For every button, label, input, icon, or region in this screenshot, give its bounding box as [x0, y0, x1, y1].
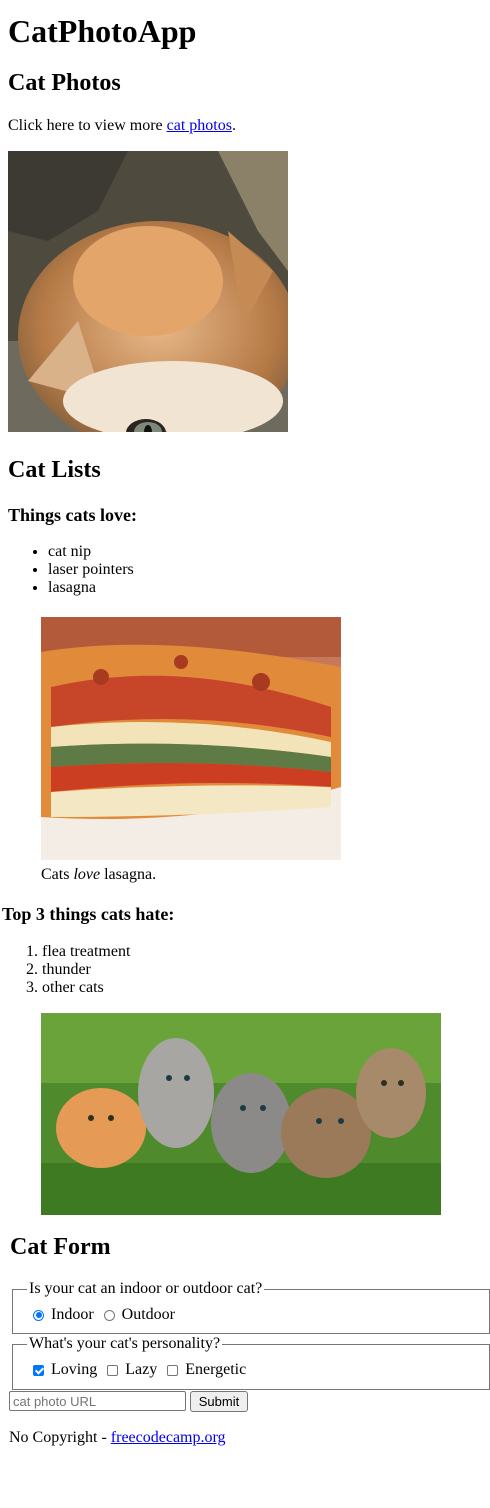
page-title: CatPhotoApp — [8, 13, 197, 49]
kittens-image — [41, 1013, 441, 1215]
cat-lists-heading: Cat Lists — [8, 457, 101, 483]
indoor-radio[interactable] — [33, 1309, 44, 1321]
loving-checkbox[interactable] — [33, 1364, 44, 1376]
submit-button[interactable]: Submit — [190, 1391, 248, 1412]
freecodecamp-link[interactable]: freecodecamp.org — [111, 1429, 226, 1446]
footer-text: No Copyright - freecodecamp.org — [9, 1429, 226, 1446]
cats-love-list: cat nip laser pointers lasagna — [8, 543, 134, 597]
lasagna-image — [41, 617, 341, 860]
indoor-outdoor-legend: Is your cat an indoor or outdoor cat? — [27, 1280, 265, 1298]
list-item: laser pointers — [48, 561, 134, 579]
loving-label[interactable]: Loving — [51, 1361, 97, 1379]
cat-photos-link[interactable]: cat photos — [167, 117, 232, 134]
energetic-checkbox[interactable] — [167, 1364, 179, 1376]
cat-photos-heading: Cat Photos — [8, 70, 121, 96]
personality-fieldset: What's your cat's personality? Loving La… — [12, 1335, 490, 1390]
things-cats-love-heading: Things cats love: — [8, 505, 138, 525]
list-item: lasagna — [48, 579, 134, 597]
cat-form-heading: Cat Form — [10, 1234, 111, 1260]
list-item: flea treatment — [42, 943, 130, 961]
things-cats-hate-heading: Top 3 things cats hate: — [2, 904, 175, 924]
lazy-checkbox[interactable] — [107, 1364, 119, 1376]
lazy-label[interactable]: Lazy — [125, 1361, 157, 1379]
photos-intro-text: Click here to view more cat photos. — [8, 117, 236, 134]
list-item: cat nip — [48, 543, 134, 561]
cat-photo-url-input[interactable] — [9, 1391, 186, 1411]
list-item: thunder — [42, 961, 130, 979]
personality-legend: What's your cat's personality? — [27, 1335, 223, 1353]
outdoor-radio[interactable] — [103, 1309, 115, 1321]
indoor-label[interactable]: Indoor — [51, 1306, 94, 1324]
lasagna-caption: Cats love lasagna. — [41, 866, 157, 883]
outdoor-label[interactable]: Outdoor — [122, 1306, 175, 1324]
energetic-label[interactable]: Energetic — [185, 1361, 246, 1379]
indoor-outdoor-fieldset: Is your cat an indoor or outdoor cat? In… — [12, 1280, 490, 1334]
list-item: other cats — [42, 979, 130, 997]
cat-photo-image[interactable] — [8, 151, 288, 432]
cats-hate-list: flea treatment thunder other cats — [2, 943, 130, 997]
